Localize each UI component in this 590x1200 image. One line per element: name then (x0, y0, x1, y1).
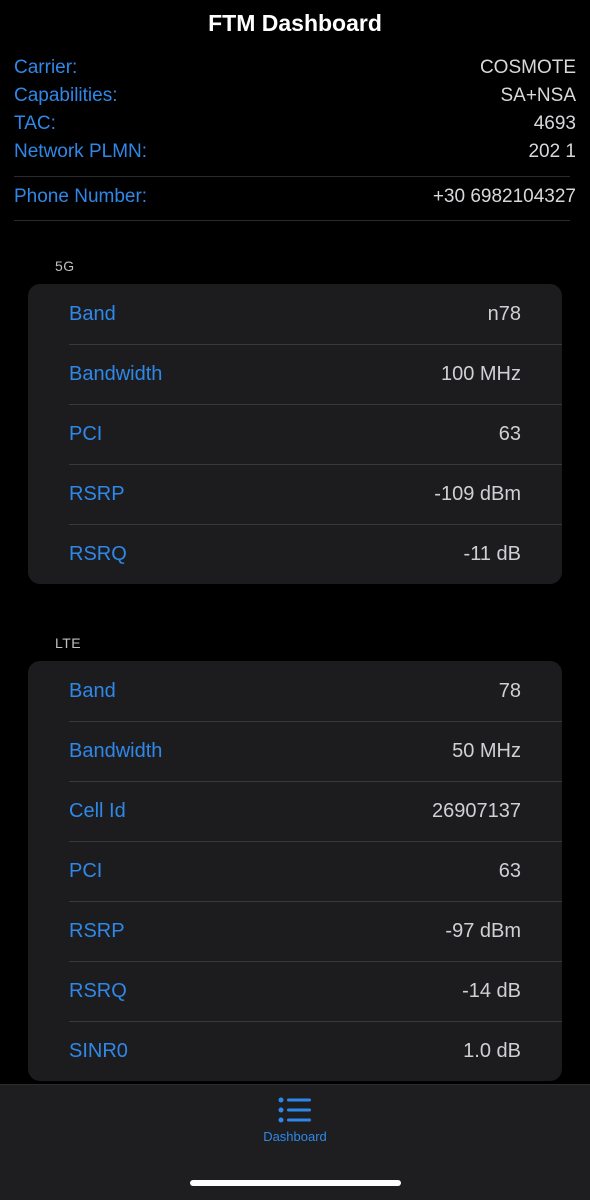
row-pci: PCI 63 (28, 841, 562, 901)
row-rsrp: RSRP -97 dBm (28, 901, 562, 961)
info-row-network-plmn: Network PLMN: 202 1 (14, 138, 576, 166)
row-label: RSRP (69, 919, 125, 942)
row-value: 50 MHz (452, 739, 521, 762)
row-label: PCI (69, 422, 103, 445)
row-label: RSRP (69, 482, 125, 505)
page-title: FTM Dashboard (208, 10, 382, 36)
info-row-capabilities: Capabilities: SA+NSA (14, 82, 576, 110)
info-value: COSMOTE (479, 57, 576, 78)
row-label: RSRQ (69, 979, 127, 1002)
row-sinr0: SINR0 1.0 dB (28, 1021, 562, 1081)
row-rsrq: RSRQ -11 dB (28, 524, 562, 584)
row-bandwidth: Bandwidth 50 MHz (28, 721, 562, 781)
row-bandwidth: Bandwidth 100 MHz (28, 344, 562, 404)
card-lte: Band 78 Bandwidth 50 MHz Cell Id 2690713… (28, 661, 562, 1081)
row-value: n78 (487, 302, 521, 325)
row-label: Bandwidth (69, 739, 163, 762)
info-value: +30 6982104327 (432, 186, 576, 207)
row-value: 1.0 dB (463, 1039, 521, 1062)
row-rsrq: RSRQ -14 dB (28, 961, 562, 1021)
row-value: -14 dB (462, 979, 521, 1002)
info-value: SA+NSA (500, 85, 576, 106)
row-label: PCI (69, 859, 103, 882)
row-value: 78 (498, 679, 521, 702)
info-label: Carrier: (14, 57, 78, 78)
row-band: Band 78 (28, 661, 562, 721)
row-band: Band n78 (28, 284, 562, 344)
row-label: Band (69, 302, 116, 325)
info-label: Capabilities: (14, 85, 118, 106)
row-label: Band (69, 679, 116, 702)
row-value: -109 dBm (434, 482, 521, 505)
row-value: -97 dBm (445, 919, 521, 942)
row-label: Cell Id (69, 799, 126, 822)
row-label: Bandwidth (69, 362, 163, 385)
info-row-carrier: Carrier: COSMOTE (14, 54, 576, 82)
row-label: RSRQ (69, 542, 127, 565)
tab-dashboard[interactable]: Dashboard (245, 1097, 345, 1157)
list-icon (278, 1097, 311, 1123)
info-row-phone-number: Phone Number: +30 6982104327 (14, 183, 576, 211)
info-label: Phone Number: (14, 186, 148, 207)
row-label: SINR0 (69, 1039, 128, 1062)
section-label-5g: 5G (55, 258, 75, 274)
row-cell-id: Cell Id 26907137 (28, 781, 562, 841)
info-row-tac: TAC: 4693 (14, 110, 576, 138)
card-5g: Band n78 Bandwidth 100 MHz PCI 63 RSRP -… (28, 284, 562, 584)
tab-label: Dashboard (263, 1129, 327, 1144)
divider (14, 220, 570, 221)
row-value: -11 dB (463, 542, 521, 565)
info-label: TAC: (14, 113, 56, 134)
row-value: 63 (498, 859, 521, 882)
row-value: 100 MHz (440, 362, 521, 385)
divider (14, 176, 570, 177)
info-value: 4693 (533, 113, 576, 134)
row-pci: PCI 63 (28, 404, 562, 464)
row-value: 26907137 (432, 799, 521, 822)
row-rsrp: RSRP -109 dBm (28, 464, 562, 524)
row-value: 63 (498, 422, 521, 445)
info-label: Network PLMN: (14, 141, 148, 162)
home-indicator[interactable] (190, 1180, 401, 1186)
section-label-lte: LTE (55, 635, 82, 651)
info-value: 202 1 (528, 141, 576, 162)
